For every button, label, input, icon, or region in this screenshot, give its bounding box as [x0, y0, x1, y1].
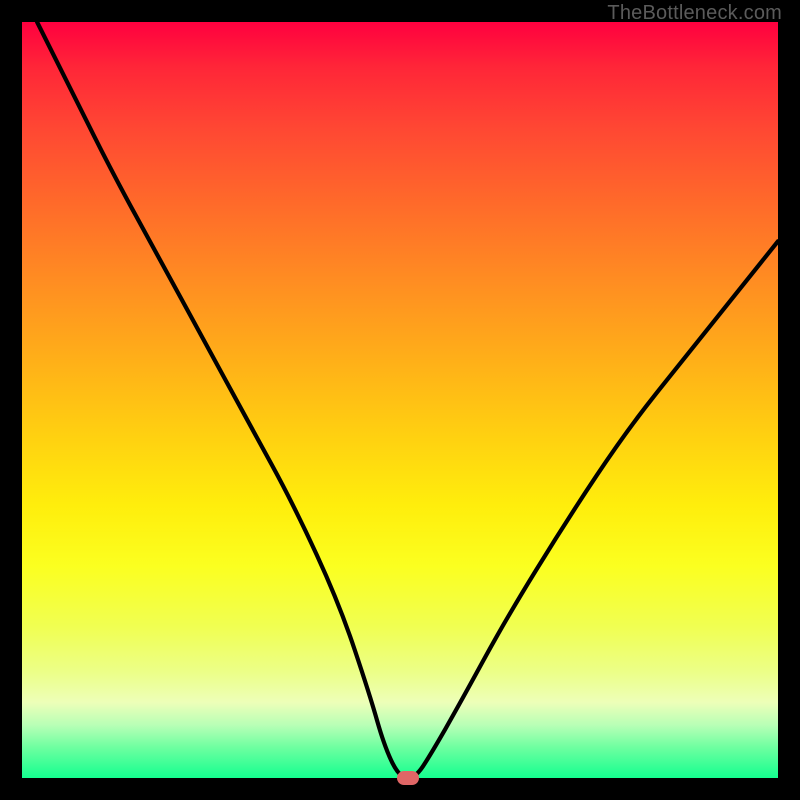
bottleneck-curve-path [37, 22, 778, 778]
chart-frame: TheBottleneck.com [0, 0, 800, 800]
minimum-marker [397, 771, 419, 785]
watermark-text: TheBottleneck.com [607, 2, 782, 25]
plot-area [22, 22, 778, 778]
curve-svg [22, 22, 778, 778]
